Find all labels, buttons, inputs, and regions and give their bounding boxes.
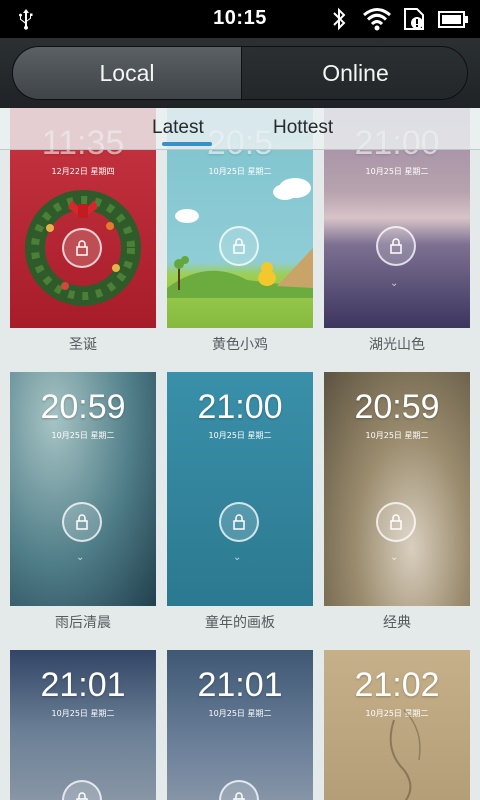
theme-card[interactable]: 21:02 10月25日 星期二	[324, 650, 470, 800]
lock-icon	[219, 502, 259, 542]
theme-card[interactable]: 20:59 10月25日 星期二 ⌄	[10, 372, 156, 606]
theme-clock: 21:01	[197, 666, 283, 704]
theme-date: 10月25日 星期二	[51, 431, 115, 440]
chevron-down-icon: ⌄	[390, 278, 399, 289]
theme-grid: 11:35 12月22日 星期四 圣诞 20:5 10月25日 星期二	[0, 108, 480, 800]
chevron-down-icon: ⌄	[390, 552, 399, 563]
subtab-indicator	[162, 142, 212, 146]
ink-figure-image	[389, 709, 421, 800]
lock-icon	[376, 502, 416, 542]
lock-icon	[62, 780, 102, 800]
theme-name: 童年的画板	[205, 615, 275, 631]
chevron-down-icon: ⌄	[76, 552, 85, 563]
tab-local[interactable]: Local	[13, 47, 241, 99]
theme-card[interactable]: 21:00 10月25日 星期二 ⌄	[167, 372, 313, 606]
theme-name: 黄色小鸡	[212, 337, 268, 353]
subtab-hottest[interactable]: Hottest	[273, 117, 333, 139]
theme-name: 经典	[383, 615, 411, 631]
segmented-control: Local Online	[12, 46, 468, 100]
tab-online[interactable]: Online	[241, 47, 467, 99]
theme-date: 10月25日 星期二	[51, 709, 115, 718]
theme-date: 10月25日 星期二	[208, 431, 272, 440]
theme-date: 10月25日 星期二	[365, 167, 429, 176]
theme-date: 10月25日 星期二	[365, 431, 429, 440]
bluetooth-icon	[333, 7, 346, 31]
lock-icon	[219, 226, 259, 266]
lock-icon	[376, 226, 416, 266]
subtab-bar: Latest Hottest	[0, 108, 480, 150]
theme-name: 雨后清晨	[55, 615, 111, 631]
theme-clock: 20:59	[354, 388, 440, 426]
theme-date: 10月25日 星期二	[208, 709, 272, 718]
lock-icon	[219, 780, 259, 800]
theme-name: 圣诞	[69, 337, 97, 353]
subtab-latest[interactable]: Latest	[152, 117, 204, 139]
theme-card[interactable]: 20:59 10月25日 星期二 ⌄	[324, 372, 470, 606]
theme-card[interactable]: 21:01 10月25日 星期二	[10, 650, 156, 800]
theme-clock: 21:00	[197, 388, 283, 426]
theme-card[interactable]: 21:01 10月25日 星期二	[167, 650, 313, 800]
battery-icon	[438, 11, 468, 28]
chevron-down-icon: ⌄	[233, 552, 242, 563]
lock-icon	[62, 502, 102, 542]
wifi-icon	[363, 8, 391, 31]
theme-clock: 21:01	[40, 666, 126, 704]
tab-bar: Local Online	[0, 38, 480, 108]
lock-icon	[62, 228, 102, 268]
theme-clock: 20:59	[40, 388, 126, 426]
theme-name: 湖光山色	[369, 337, 425, 353]
sim-alert-icon	[404, 8, 424, 30]
status-bar: 10:15	[0, 0, 480, 38]
